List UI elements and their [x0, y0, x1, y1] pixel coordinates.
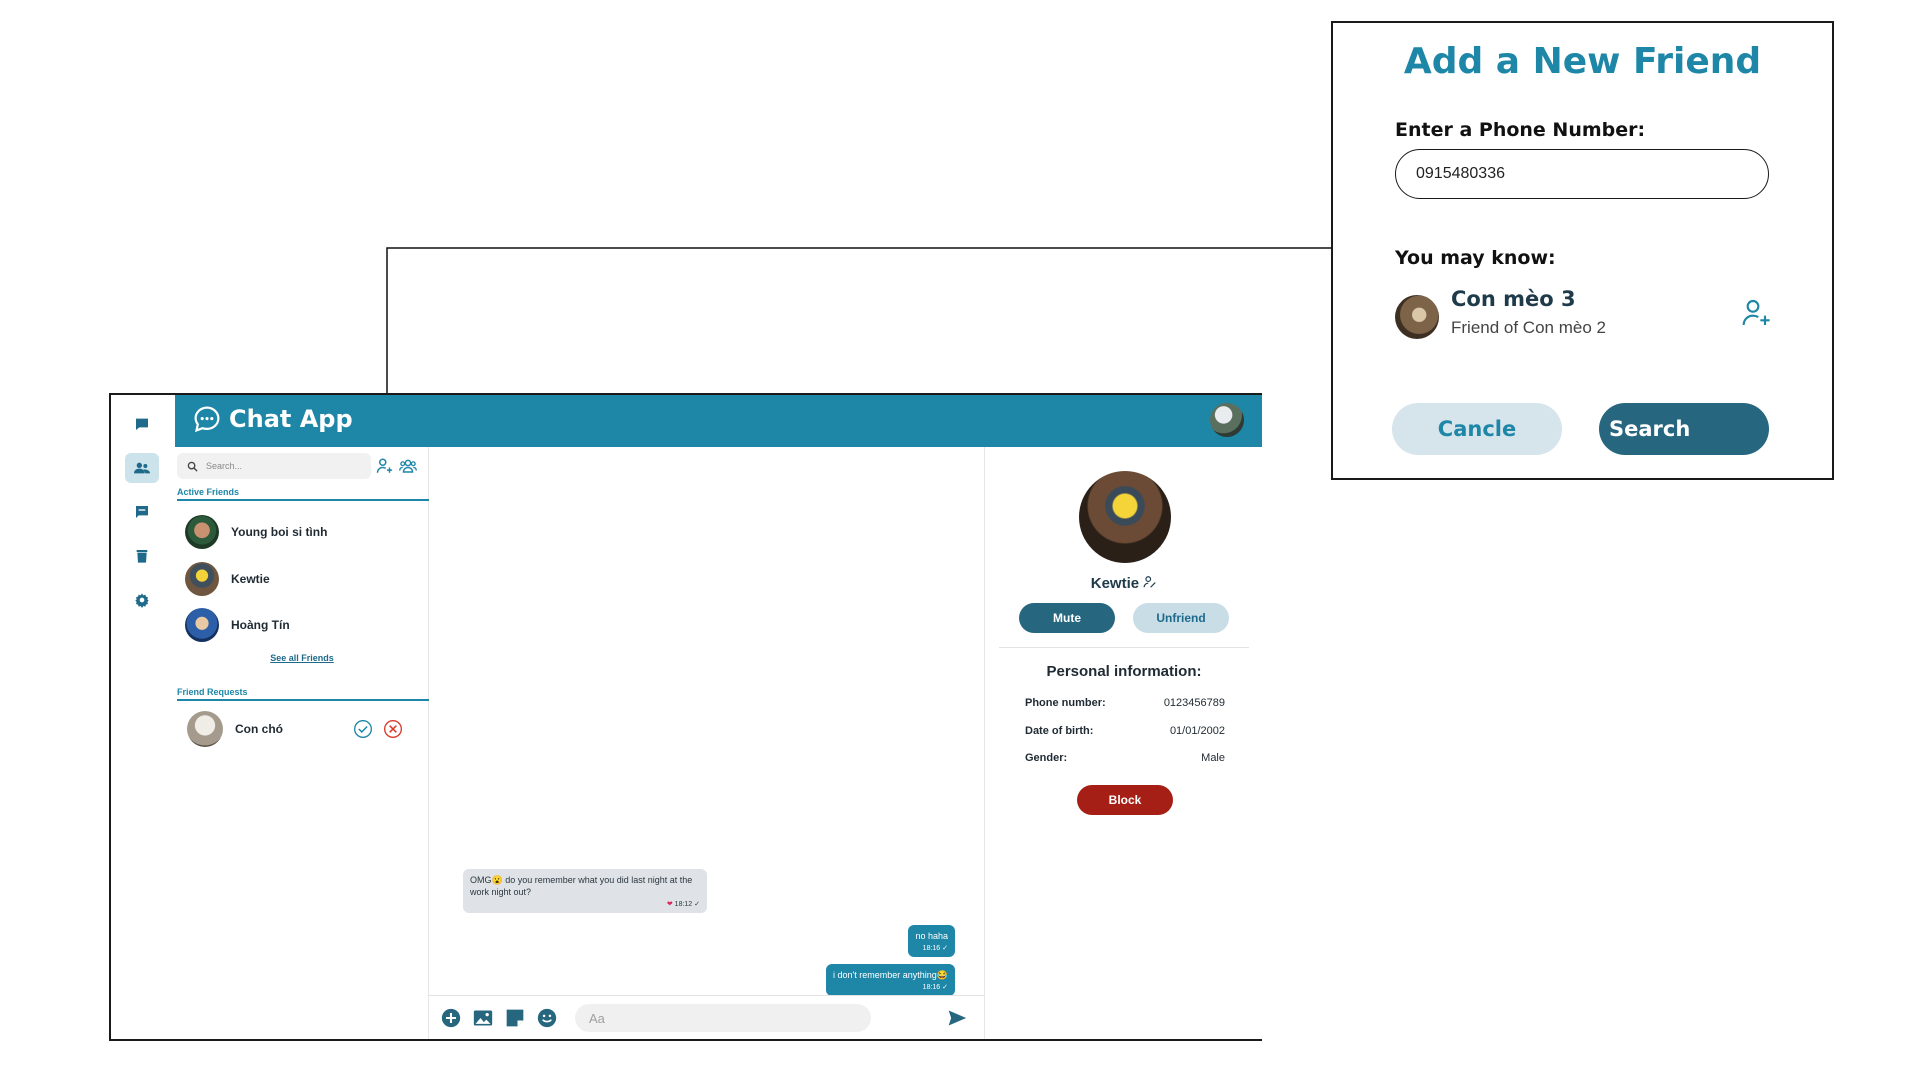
chat-area: OMG😮 do you remember what you did last n… — [429, 447, 984, 1039]
phone-value: 0123456789 — [1163, 697, 1225, 709]
friend-status-icon — [1143, 576, 1156, 588]
profile-avatar — [1079, 471, 1171, 563]
suggestion-mutual: Friend of Con mèo 2 — [1451, 318, 1606, 337]
message-time: 18:16 ✓ — [922, 984, 948, 991]
message-composer — [429, 995, 984, 1039]
friend-name: Hoàng Tín — [231, 618, 290, 632]
cancel-button[interactable]: Cancle — [1392, 403, 1562, 455]
heart-reaction-icon: ❤ — [666, 901, 673, 908]
phone-label: Phone number: — [1025, 697, 1106, 709]
dob-label: Date of birth: — [1025, 725, 1094, 737]
phone-number-input[interactable] — [1395, 149, 1769, 199]
contacts-icon — [134, 462, 150, 474]
user-avatar[interactable] — [1210, 403, 1244, 437]
add-user-icon[interactable] — [1741, 297, 1773, 329]
message-outgoing: no haha 18:16 ✓ — [908, 925, 955, 957]
friend-search-input[interactable]: Search... — [177, 453, 371, 479]
dob-value: 01/01/2002 — [1169, 725, 1225, 737]
search-placeholder: Search... — [206, 461, 243, 471]
rail-settings-button[interactable] — [125, 585, 159, 615]
profile-panel: Kewtie Mute Unfriend Personal informatio… — [984, 447, 1262, 1039]
mute-button[interactable]: Mute — [1019, 603, 1115, 633]
message-outgoing: i don't remember anything😂 18:16 ✓ — [826, 964, 955, 996]
settings-icon — [135, 593, 149, 608]
personal-info-title: Personal information: — [1046, 663, 1202, 680]
trash-icon — [136, 550, 148, 563]
rail-trash-button[interactable] — [125, 541, 159, 571]
friend-item[interactable]: Kewtie — [185, 560, 415, 598]
gender-row: Gender: Male — [1025, 752, 1225, 764]
friend-avatar — [185, 562, 219, 596]
friend-requests-title: Friend Requests — [177, 687, 248, 697]
dialog-title: Add a New Friend — [1403, 41, 1762, 82]
profile-name-row: Kewtie — [985, 575, 1263, 592]
add-friend-dialog: Add a New Friend Enter a Phone Number: Y… — [1331, 21, 1834, 480]
rail-contacts-button[interactable] — [125, 453, 159, 483]
active-friends-divider — [177, 499, 429, 501]
emoji-icon[interactable] — [537, 1008, 557, 1028]
friend-name: Kewtie — [231, 572, 270, 586]
chat-bubble-logo-icon — [194, 406, 220, 433]
message-text: i don't remember anything😂 — [833, 970, 948, 980]
friends-panel: Search... Active Friends Young boi si tì… — [175, 447, 429, 1039]
phone-row: Phone number: 0123456789 — [1025, 697, 1225, 709]
message-text: no haha — [915, 931, 948, 941]
suggestion-name: Con mèo 3 — [1451, 287, 1576, 311]
brand: Chat App — [193, 405, 353, 433]
unfriend-button[interactable]: Unfriend — [1133, 603, 1229, 633]
friend-avatar — [185, 608, 219, 642]
profile-divider — [999, 647, 1249, 648]
chat-icon — [136, 418, 148, 430]
search-icon — [187, 461, 198, 472]
active-friends-title: Active Friends — [177, 487, 240, 497]
friend-item[interactable]: Young boi si tình — [185, 513, 415, 551]
message-input[interactable] — [575, 1004, 871, 1032]
group-icon — [399, 459, 417, 473]
sticker-icon[interactable] — [505, 1008, 525, 1028]
add-friend-button[interactable] — [376, 457, 394, 475]
app-header: Chat App — [175, 395, 1262, 447]
suggestion-avatar — [1395, 295, 1439, 339]
friend-request-item: Con chó — [187, 709, 427, 749]
request-name: Con chó — [235, 722, 283, 736]
nav-rail — [111, 395, 175, 1039]
image-icon[interactable] — [473, 1008, 493, 1028]
you-may-know-label: You may know: — [1395, 247, 1556, 269]
send-icon[interactable] — [947, 1008, 967, 1028]
block-button[interactable]: Block — [1077, 785, 1173, 815]
gender-label: Gender: — [1025, 752, 1068, 764]
profile-name: Kewtie — [1090, 575, 1140, 592]
friend-name: Young boi si tình — [231, 525, 328, 539]
message-meta: ❤ 18:12 ✓ — [470, 900, 700, 909]
messages-icon — [136, 506, 148, 518]
rail-messages-button[interactable] — [125, 497, 159, 527]
friend-requests-divider — [177, 699, 429, 701]
message-text: OMG😮 do you remember what you did last n… — [470, 875, 693, 897]
accept-request-icon[interactable] — [353, 719, 373, 739]
add-attachment-icon[interactable] — [441, 1008, 461, 1028]
message-time: 18:12 ✓ — [674, 901, 700, 908]
suggestion-item: Con mèo 3 Friend of Con mèo 2 — [1395, 285, 1773, 345]
rail-chat-button[interactable] — [125, 409, 159, 439]
phone-number-label: Enter a Phone Number: — [1395, 119, 1646, 141]
dob-row: Date of birth: 01/01/2002 — [1025, 725, 1225, 737]
request-avatar — [187, 711, 223, 747]
app-title: Chat App — [229, 405, 353, 433]
group-button[interactable] — [399, 457, 417, 475]
see-all-friends-link[interactable]: See all Friends — [175, 653, 429, 663]
friend-avatar — [185, 515, 219, 549]
gender-value: Male — [1201, 752, 1225, 764]
decline-request-icon[interactable] — [383, 719, 403, 739]
message-time: 18:16 ✓ — [922, 945, 948, 952]
chat-app-window: Chat App Search... Active Friends Young … — [109, 393, 1262, 1041]
add-user-icon — [376, 458, 393, 473]
message-incoming: OMG😮 do you remember what you did last n… — [463, 869, 707, 913]
friend-item[interactable]: Hoàng Tín — [185, 606, 415, 644]
search-button[interactable]: Search — [1599, 403, 1769, 455]
